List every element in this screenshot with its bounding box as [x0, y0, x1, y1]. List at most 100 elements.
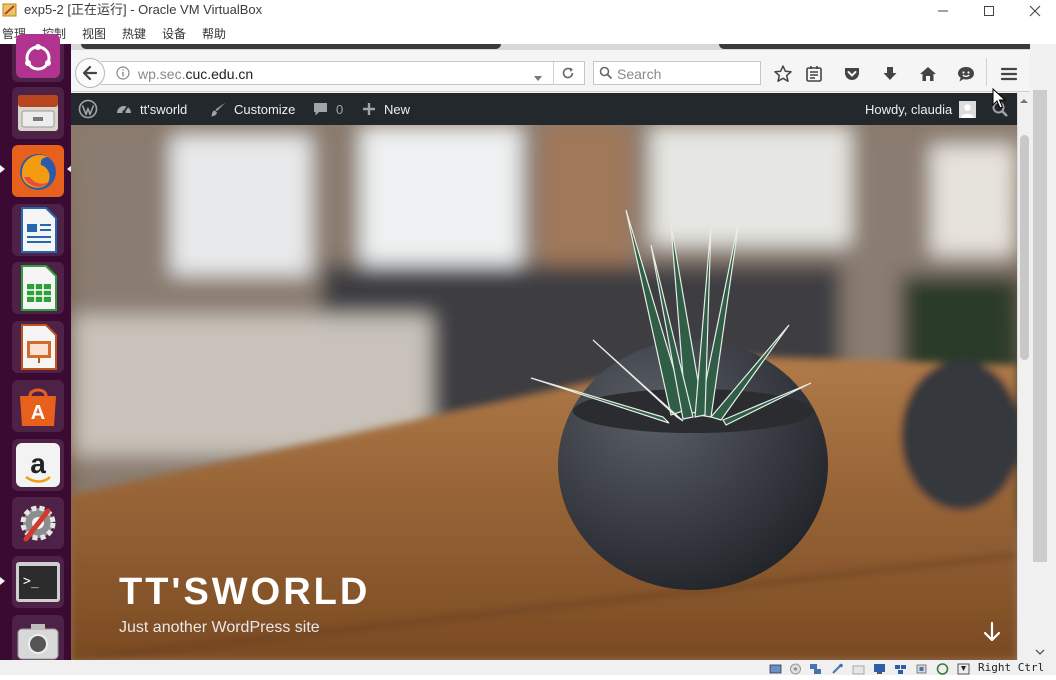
svg-text:A: A	[31, 402, 45, 424]
dashboard-gauge-icon	[117, 106, 131, 114]
navigation-toolbar: wp.sec.cuc.edu.cn Search	[71, 50, 1030, 92]
wp-admin-bar: tt'sworld Customize 0 New Howdy, claudia	[71, 93, 1017, 125]
howdy-text: Howdy, claudia	[865, 101, 953, 117]
scroll-up-arrow-icon[interactable]	[1018, 96, 1030, 106]
usb-icon[interactable]	[831, 662, 844, 674]
page-scrollbar[interactable]	[1017, 93, 1030, 660]
scroll-thumb[interactable]	[1020, 135, 1029, 360]
svg-text:a: a	[30, 448, 46, 479]
amazon-icon: a	[16, 443, 60, 487]
reload-icon[interactable]	[561, 66, 575, 85]
tab-current[interactable]	[81, 44, 501, 49]
comments-link[interactable]: 0	[312, 93, 343, 125]
bookmark-star-icon[interactable]	[773, 64, 793, 84]
terminal-button[interactable]: >_	[12, 556, 64, 608]
comment-bubble-icon	[314, 102, 327, 115]
firefox-window: wp.sec.cuc.edu.cn Search tt'sworld Custo…	[71, 44, 1030, 660]
shared-folders-icon[interactable]	[852, 662, 865, 675]
customize-link[interactable]: Customize	[210, 93, 295, 125]
files-icon	[18, 95, 58, 131]
unity-launcher: A a >_	[0, 30, 72, 667]
network-icon[interactable]	[809, 662, 822, 674]
camera-icon	[17, 624, 59, 660]
amazon-button[interactable]: a	[12, 439, 64, 491]
firefox-button[interactable]	[12, 145, 64, 197]
home-icon[interactable]	[918, 64, 938, 84]
svg-text:>_: >_	[23, 574, 39, 589]
libreoffice-impress-button[interactable]	[12, 321, 64, 373]
pocket-icon[interactable]	[842, 64, 862, 84]
minimize-icon	[938, 10, 948, 12]
host-titlebar: exp5-2 [正在运行] - Oracle VM VirtualBox	[0, 0, 1056, 22]
vm-display-scrollbar[interactable]	[1030, 44, 1056, 660]
url-host-prefix: wp.sec.	[138, 66, 186, 82]
avatar	[959, 100, 977, 118]
new-content-link[interactable]: New	[361, 93, 410, 125]
mouse-integration-icon[interactable]	[957, 662, 970, 675]
menu-devices[interactable]: 设备	[162, 27, 186, 41]
customize-label: Customize	[234, 101, 296, 117]
close-button[interactable]	[1012, 0, 1056, 22]
vt-x-icon[interactable]	[936, 662, 949, 675]
url-text[interactable]: wp.sec.cuc.edu.cn	[138, 66, 253, 82]
software-center-button[interactable]: A	[12, 380, 64, 432]
mouse-cursor-icon	[992, 87, 1007, 115]
header-hero-image: TT'SWORLD Just another WordPress site	[71, 125, 1017, 660]
vm-scroll-thumb[interactable]	[1033, 90, 1047, 562]
maximize-icon	[984, 6, 994, 16]
scroll-down-button[interactable]	[979, 619, 1005, 645]
ubuntu-dash-button[interactable]	[12, 30, 64, 82]
wordpress-logo-button[interactable]	[78, 93, 105, 125]
menu-help[interactable]: 帮助	[202, 27, 226, 41]
window-title: exp5-2 [正在运行] - Oracle VM VirtualBox	[24, 2, 263, 17]
optical-drive-icon[interactable]	[789, 662, 802, 675]
menu-view[interactable]: 视图	[82, 27, 106, 41]
downloads-icon[interactable]	[880, 64, 900, 84]
close-icon	[1029, 5, 1041, 17]
back-arrow-icon	[82, 65, 98, 81]
calc-icon	[21, 265, 57, 311]
site-title[interactable]: TT'SWORLD	[119, 571, 370, 614]
cpu-icon[interactable]	[915, 662, 928, 674]
video-capture-icon[interactable]	[894, 662, 907, 674]
url-divider	[553, 62, 554, 84]
search-bar[interactable]: Search	[593, 61, 761, 85]
scroll-down-arrow-icon[interactable]	[1032, 647, 1048, 657]
url-domain: cuc.edu.cn	[185, 66, 254, 82]
impress-icon	[21, 324, 57, 370]
reading-list-icon[interactable]	[804, 64, 824, 84]
libreoffice-calc-button[interactable]	[12, 262, 64, 314]
url-history-dropdown-icon[interactable]	[533, 70, 543, 88]
site-info-icon[interactable]	[116, 66, 130, 85]
maximize-button[interactable]	[966, 0, 1012, 22]
web-page: tt'sworld Customize 0 New Howdy, claudia	[71, 93, 1017, 660]
my-account-link[interactable]: Howdy, claudia	[865, 93, 977, 125]
url-bar[interactable]: wp.sec.cuc.edu.cn	[101, 61, 585, 85]
search-icon	[599, 66, 613, 85]
menu-hotkey[interactable]: 热键	[122, 27, 146, 41]
hamburger-menu-icon[interactable]	[999, 64, 1019, 84]
files-button[interactable]	[12, 87, 64, 139]
admin-site-name-link[interactable]: tt'sworld	[115, 93, 187, 125]
search-placeholder: Search	[617, 66, 662, 82]
hard-disk-icon[interactable]	[769, 662, 782, 674]
tab-other[interactable]	[719, 44, 1030, 49]
ubuntu-dash-icon	[16, 34, 60, 78]
firefox-icon	[20, 154, 56, 190]
plus-icon	[363, 103, 375, 115]
paintbrush-icon	[211, 102, 226, 116]
new-label: New	[384, 101, 411, 117]
arrow-down-icon	[983, 621, 1001, 642]
back-button[interactable]	[75, 58, 105, 88]
comments-count: 0	[336, 101, 344, 117]
system-settings-button[interactable]	[12, 497, 64, 549]
hello-chat-icon[interactable]	[956, 64, 976, 84]
terminal-icon: >_	[16, 562, 60, 602]
toolbar-divider	[986, 58, 987, 86]
running-indicator	[0, 165, 5, 173]
display-icon[interactable]	[873, 662, 886, 674]
running-indicator	[0, 577, 5, 585]
minimize-button[interactable]	[920, 0, 966, 22]
libreoffice-writer-button[interactable]	[12, 204, 64, 256]
writer-icon	[21, 207, 57, 253]
